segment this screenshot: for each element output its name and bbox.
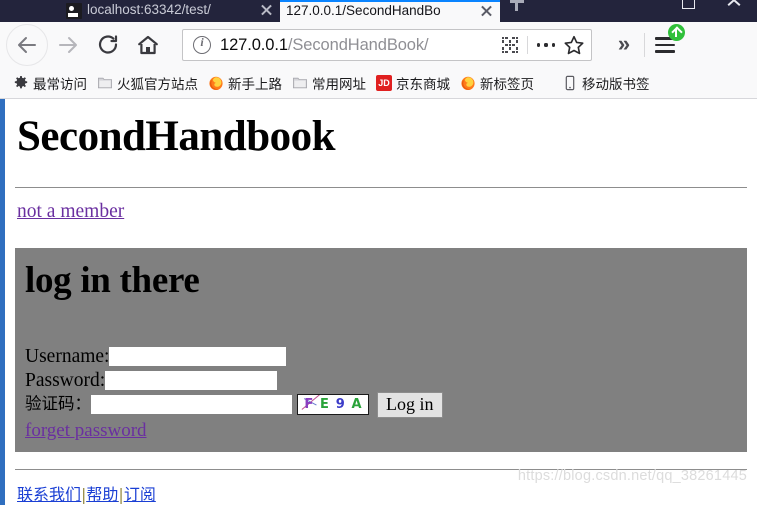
bookmark-label: 移动版书签 — [582, 77, 650, 93]
page-favicon-icon — [66, 3, 82, 19]
back-button[interactable] — [6, 24, 48, 66]
folder-icon — [97, 75, 113, 91]
bookmark-label: 火狐官方站点 — [117, 77, 198, 93]
captcha-input[interactable] — [91, 395, 292, 415]
browser-window: localhost:63342/test/ 127.0.0.1/SecondHa… — [0, 0, 757, 506]
tab-localhost[interactable]: localhost:63342/test/ — [60, 0, 280, 22]
password-row: Password: — [15, 370, 747, 392]
bookmark-common-sites[interactable]: 常用网址 — [287, 71, 371, 95]
captcha-char: F — [304, 397, 314, 413]
folder-icon — [292, 75, 308, 91]
star-icon[interactable] — [563, 34, 585, 56]
qr-code-icon[interactable] — [502, 37, 518, 53]
captcha-row: 验证码： F E 9 A Log in — [15, 391, 747, 418]
watermark: https://blog.csdn.net/qq_38261445 — [517, 468, 747, 484]
forget-password-link[interactable]: forget password — [25, 420, 147, 442]
close-icon[interactable] — [478, 2, 496, 20]
footer-link-help[interactable]: 帮助 — [86, 485, 118, 504]
password-input[interactable] — [105, 371, 278, 391]
page-content: SecondHandbook not a member log in there… — [5, 99, 757, 505]
divider — [527, 36, 528, 54]
login-submit-button[interactable]: Log in — [377, 391, 443, 418]
url-domain: 127.0.0.1 — [220, 35, 288, 54]
info-icon[interactable] — [193, 35, 211, 54]
header-divider — [15, 187, 747, 189]
reload-button[interactable] — [88, 25, 128, 65]
password-label: Password: — [25, 369, 106, 391]
url-actions — [502, 34, 585, 56]
footer-link-contact[interactable]: 联系我们 — [17, 485, 81, 504]
reload-icon — [98, 35, 118, 54]
captcha-image[interactable]: F E 9 A — [297, 394, 369, 416]
toolbar-overflow-button[interactable] — [606, 27, 642, 63]
login-heading: log in there — [25, 260, 200, 302]
captcha-characters: F E 9 A — [298, 395, 368, 414]
window-close-icon[interactable] — [711, 0, 757, 22]
bookmark-jd[interactable]: JD 京东商城 — [371, 71, 455, 95]
firefox-icon — [460, 75, 476, 91]
maximize-icon[interactable] — [665, 0, 711, 22]
tab-title: localhost:63342/test/ — [87, 1, 211, 17]
home-icon — [138, 35, 158, 55]
username-input[interactable] — [109, 347, 287, 367]
tab-title: 127.0.0.1/SecondHandBo — [286, 2, 441, 18]
ellipsis-icon[interactable] — [535, 37, 557, 53]
captcha-char: 9 — [335, 397, 345, 413]
username-row: Username: — [15, 346, 747, 368]
back-arrow-icon — [18, 37, 36, 53]
login-form: Username: Password: 验证码： F E 9 A Log in … — [15, 346, 747, 442]
page-title: SecondHandbook — [17, 113, 336, 160]
captcha-label: 验证码： — [25, 394, 91, 414]
footer-link-subscribe[interactable]: 订阅 — [124, 485, 156, 504]
bookmark-label: 新标签页 — [480, 77, 534, 93]
url-path: /SecondHandBook/ — [287, 35, 429, 54]
username-label: Username: — [25, 345, 110, 367]
tab-secondhandbook[interactable]: 127.0.0.1/SecondHandBo — [280, 0, 500, 22]
bookmark-firefox-official[interactable]: 火狐官方站点 — [92, 71, 203, 95]
phone-icon — [562, 75, 578, 91]
bookmark-label: 新手上路 — [228, 77, 282, 93]
not-a-member-link[interactable]: not a member — [17, 201, 124, 223]
login-panel: log in there Username: Password: 验证码： F … — [15, 248, 747, 452]
app-menu-button[interactable] — [647, 24, 685, 64]
url-text: 127.0.0.1/SecondHandBook/ — [220, 36, 502, 55]
captcha-char: A — [351, 397, 362, 413]
jd-icon: JD — [376, 75, 392, 91]
address-bar[interactable]: 127.0.0.1/SecondHandBook/ — [182, 29, 592, 61]
tab-strip: localhost:63342/test/ 127.0.0.1/SecondHa… — [0, 0, 757, 22]
bookmark-label: 京东商城 — [396, 77, 450, 93]
gear-icon — [13, 75, 29, 91]
forward-arrow-icon — [59, 37, 77, 53]
bookmark-most-visited[interactable]: 最常访问 — [8, 71, 92, 95]
bookmark-getting-started[interactable]: 新手上路 — [203, 71, 287, 95]
window-controls — [665, 0, 757, 22]
bookmark-label: 常用网址 — [312, 77, 366, 93]
new-tab-button[interactable] — [500, 0, 534, 22]
page-viewport: SecondHandbook not a member log in there… — [0, 99, 757, 505]
bookmark-label: 最常访问 — [33, 77, 87, 93]
firefox-icon — [208, 75, 224, 91]
update-badge-icon — [668, 24, 685, 41]
bookmark-new-tab-page[interactable]: 新标签页 — [455, 71, 539, 95]
footer-links: 联系我们|帮助|订阅 — [17, 481, 749, 505]
forward-button[interactable] — [48, 25, 88, 65]
captcha-char: E — [320, 397, 329, 413]
home-button[interactable] — [128, 25, 168, 65]
bookmarks-toolbar: 最常访问 火狐官方站点 新手上路 常用网址 JD 京东商城 新标签页 移动版书签 — [0, 68, 757, 99]
close-icon[interactable] — [258, 1, 276, 19]
divider — [644, 33, 645, 57]
bookmark-mobile-bookmarks[interactable]: 移动版书签 — [557, 71, 655, 95]
navigation-toolbar: 127.0.0.1/SecondHandBook/ — [0, 22, 757, 68]
